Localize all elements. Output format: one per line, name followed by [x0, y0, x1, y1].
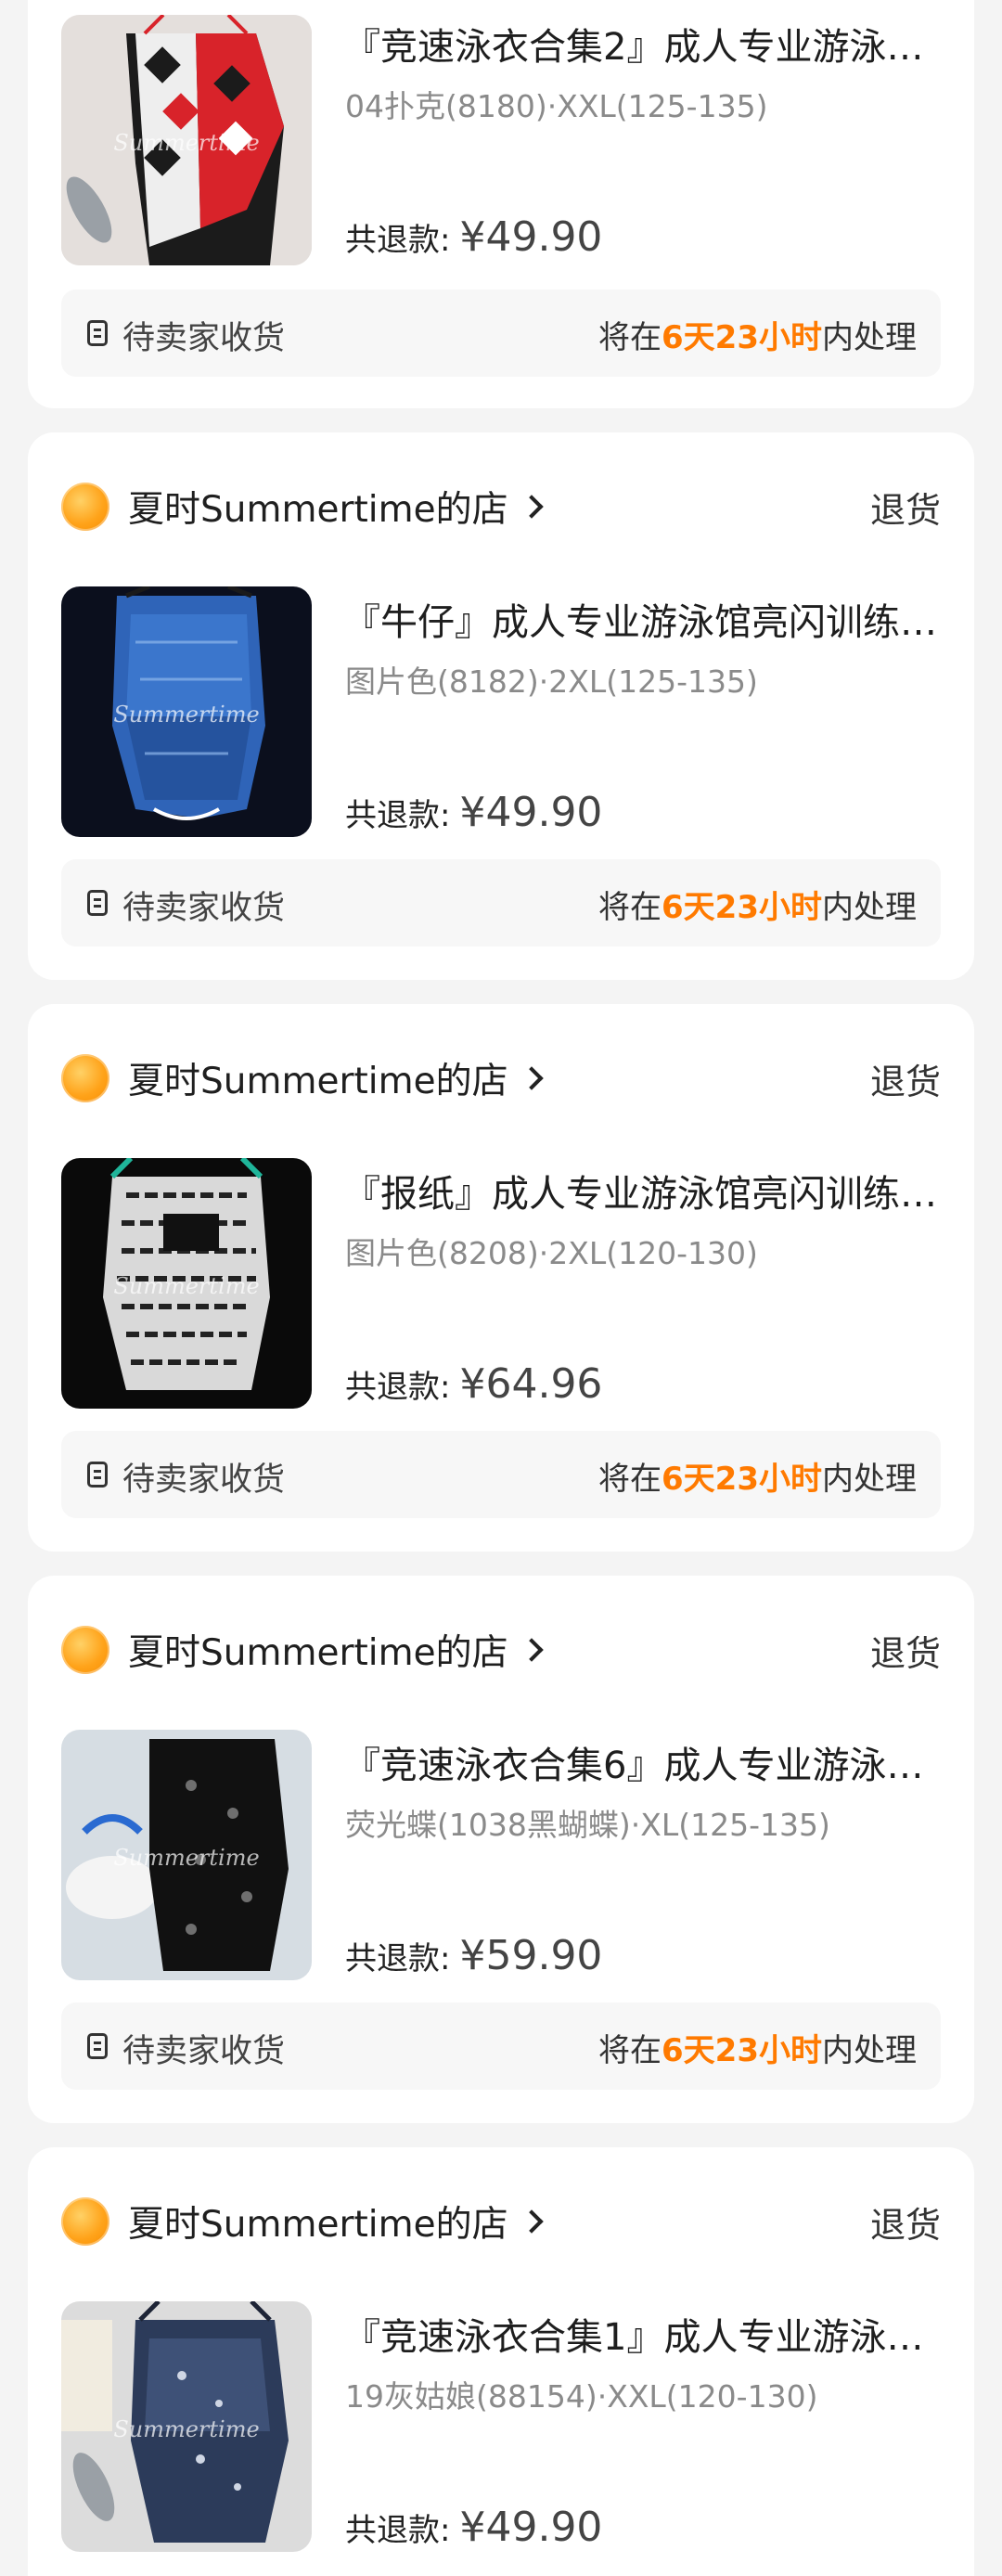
chevron-right-icon[interactable] — [519, 495, 544, 519]
chevron-right-icon[interactable] — [519, 1638, 544, 1662]
refund-total: 共退款: ¥49.90 — [345, 2504, 602, 2551]
status-text: 待卖家收货 — [122, 1462, 286, 1499]
image-watermark: Summertime — [113, 2416, 260, 2443]
refund-total: 共退款: ¥49.90 — [345, 789, 602, 836]
refund-label: 共退款: — [345, 2512, 451, 2549]
status-text: 待卖家收货 — [122, 320, 286, 357]
refund-amount: ¥64.96 — [459, 1360, 603, 1408]
shop-name[interactable]: 夏时Summertime的店 — [128, 481, 508, 533]
image-watermark: Summertime — [113, 130, 260, 157]
order-card[interactable]: 夏时Summertime的店 退货 Summertime 『报纸』成人专业游泳馆… — [28, 1004, 974, 1552]
shop-logo-icon — [61, 1054, 109, 1102]
status-bar[interactable]: 待卖家收货 将在6天23小时内处理 — [61, 2003, 941, 2090]
status-bar[interactable]: 待卖家收货 将在6天23小时内处理 — [61, 1431, 941, 1518]
deadline-time: 6天23小时 — [662, 889, 822, 926]
document-icon — [87, 890, 108, 916]
refund-total: 共退款: ¥49.90 — [345, 213, 602, 261]
deadline-time: 6天23小时 — [662, 319, 822, 356]
refund-label: 共退款: — [345, 797, 451, 834]
order-card[interactable]: 夏时Summertime的店 退货 Summertime 『竞速泳衣合集6』成人… — [28, 1576, 974, 2123]
deadline-time: 6天23小时 — [662, 2032, 822, 2069]
image-watermark: Summertime — [113, 1845, 260, 1872]
deadline-text: 将在6天23小时内处理 — [598, 882, 917, 927]
product-title[interactable]: 『竞速泳衣合集6』成人专业游泳馆亮闪训练连体泳衣 — [343, 1735, 937, 1789]
refund-label: 共退款: — [345, 1369, 451, 1406]
shop-header[interactable]: 夏时Summertime的店 退货 — [61, 2194, 941, 2249]
deadline-text: 将在6天23小时内处理 — [598, 2025, 917, 2070]
shop-header[interactable]: 夏时Summertime的店 退货 — [61, 1622, 941, 1678]
refund-label: 共退款: — [345, 222, 451, 259]
order-card[interactable]: Summertime 『竞速泳衣合集2』成人专业游泳馆亮闪训练连体泳衣 04扑克… — [28, 0, 974, 408]
deadline-time: 6天23小时 — [662, 1461, 822, 1498]
product-spec: 图片色(8208)·2XL(120-130) — [345, 1235, 758, 1271]
order-card[interactable]: 夏时Summertime的店 退货 Summertime 『牛仔』成人专业游泳馆… — [28, 432, 974, 980]
product-image[interactable]: Summertime — [61, 15, 312, 265]
shop-logo-icon — [61, 483, 109, 531]
status-text: 待卖家收货 — [122, 890, 286, 927]
shop-header[interactable]: 夏时Summertime的店 退货 — [61, 479, 941, 535]
document-icon — [87, 320, 108, 346]
return-type: 退货 — [869, 1632, 941, 1674]
product-spec: 04扑克(8180)·XXL(125-135) — [345, 88, 768, 124]
product-title[interactable]: 『报纸』成人专业游泳馆亮闪训练连体泳衣 — [343, 1164, 937, 1217]
shop-name[interactable]: 夏时Summertime的店 — [128, 1052, 508, 1104]
image-watermark: Summertime — [113, 702, 260, 728]
product-title[interactable]: 『竞速泳衣合集2』成人专业游泳馆亮闪训练连体泳衣 — [343, 17, 937, 71]
refund-amount: ¥49.90 — [459, 2504, 603, 2551]
product-spec: 图片色(8182)·2XL(125-135) — [345, 663, 758, 700]
refund-total: 共退款: ¥64.96 — [345, 1360, 602, 1408]
deadline-suffix: 内处理 — [822, 2032, 917, 2069]
deadline-suffix: 内处理 — [822, 319, 917, 356]
refund-total: 共退款: ¥59.90 — [345, 1932, 602, 1979]
document-icon — [87, 1462, 108, 1488]
deadline-suffix: 内处理 — [822, 889, 917, 926]
deadline-prefix: 将在 — [598, 2032, 662, 2069]
deadline-text: 将在6天23小时内处理 — [598, 312, 917, 357]
product-image[interactable]: Summertime — [61, 2301, 312, 2552]
shop-name[interactable]: 夏时Summertime的店 — [128, 1624, 508, 1676]
shop-name[interactable]: 夏时Summertime的店 — [128, 2196, 508, 2248]
product-image[interactable]: Summertime — [61, 1730, 312, 1980]
shop-logo-icon — [61, 2197, 109, 2246]
product-spec: 荧光蝶(1038黑蝴蝶)·XL(125-135) — [345, 1807, 830, 1843]
return-type: 退货 — [869, 2204, 941, 2246]
product-title[interactable]: 『牛仔』成人专业游泳馆亮闪训练连体泳衣 — [343, 592, 937, 646]
deadline-text: 将在6天23小时内处理 — [598, 1453, 917, 1499]
refund-amount: ¥59.90 — [459, 1932, 603, 1979]
deadline-prefix: 将在 — [598, 1461, 662, 1498]
chevron-right-icon[interactable] — [519, 2209, 544, 2234]
refund-amount: ¥49.90 — [459, 213, 603, 261]
image-watermark: Summertime — [113, 1273, 260, 1300]
refund-amount: ¥49.90 — [459, 789, 603, 836]
status-bar[interactable]: 待卖家收货 将在6天23小时内处理 — [61, 859, 941, 947]
shop-header[interactable]: 夏时Summertime的店 退货 — [61, 1050, 941, 1106]
status-bar[interactable]: 待卖家收货 将在6天23小时内处理 — [61, 290, 941, 377]
product-spec: 19灰姑娘(88154)·XXL(120-130) — [345, 2378, 818, 2415]
deadline-prefix: 将在 — [598, 889, 662, 926]
status-text: 待卖家收货 — [122, 2033, 286, 2070]
product-image[interactable]: Summertime — [61, 586, 312, 837]
product-image[interactable]: Summertime — [61, 1158, 312, 1409]
shop-logo-icon — [61, 1626, 109, 1674]
order-card[interactable]: 夏时Summertime的店 退货 Summertime 『竞速泳衣合集1』成人… — [28, 2147, 974, 2576]
refund-label: 共退款: — [345, 1940, 451, 1977]
return-type: 退货 — [869, 489, 941, 531]
product-title[interactable]: 『竞速泳衣合集1』成人专业游泳馆亮闪训练连体泳衣 — [343, 2307, 937, 2361]
return-type: 退货 — [869, 1061, 941, 1102]
document-icon — [87, 2033, 108, 2059]
deadline-prefix: 将在 — [598, 319, 662, 356]
chevron-right-icon[interactable] — [519, 1066, 544, 1090]
deadline-suffix: 内处理 — [822, 1461, 917, 1498]
